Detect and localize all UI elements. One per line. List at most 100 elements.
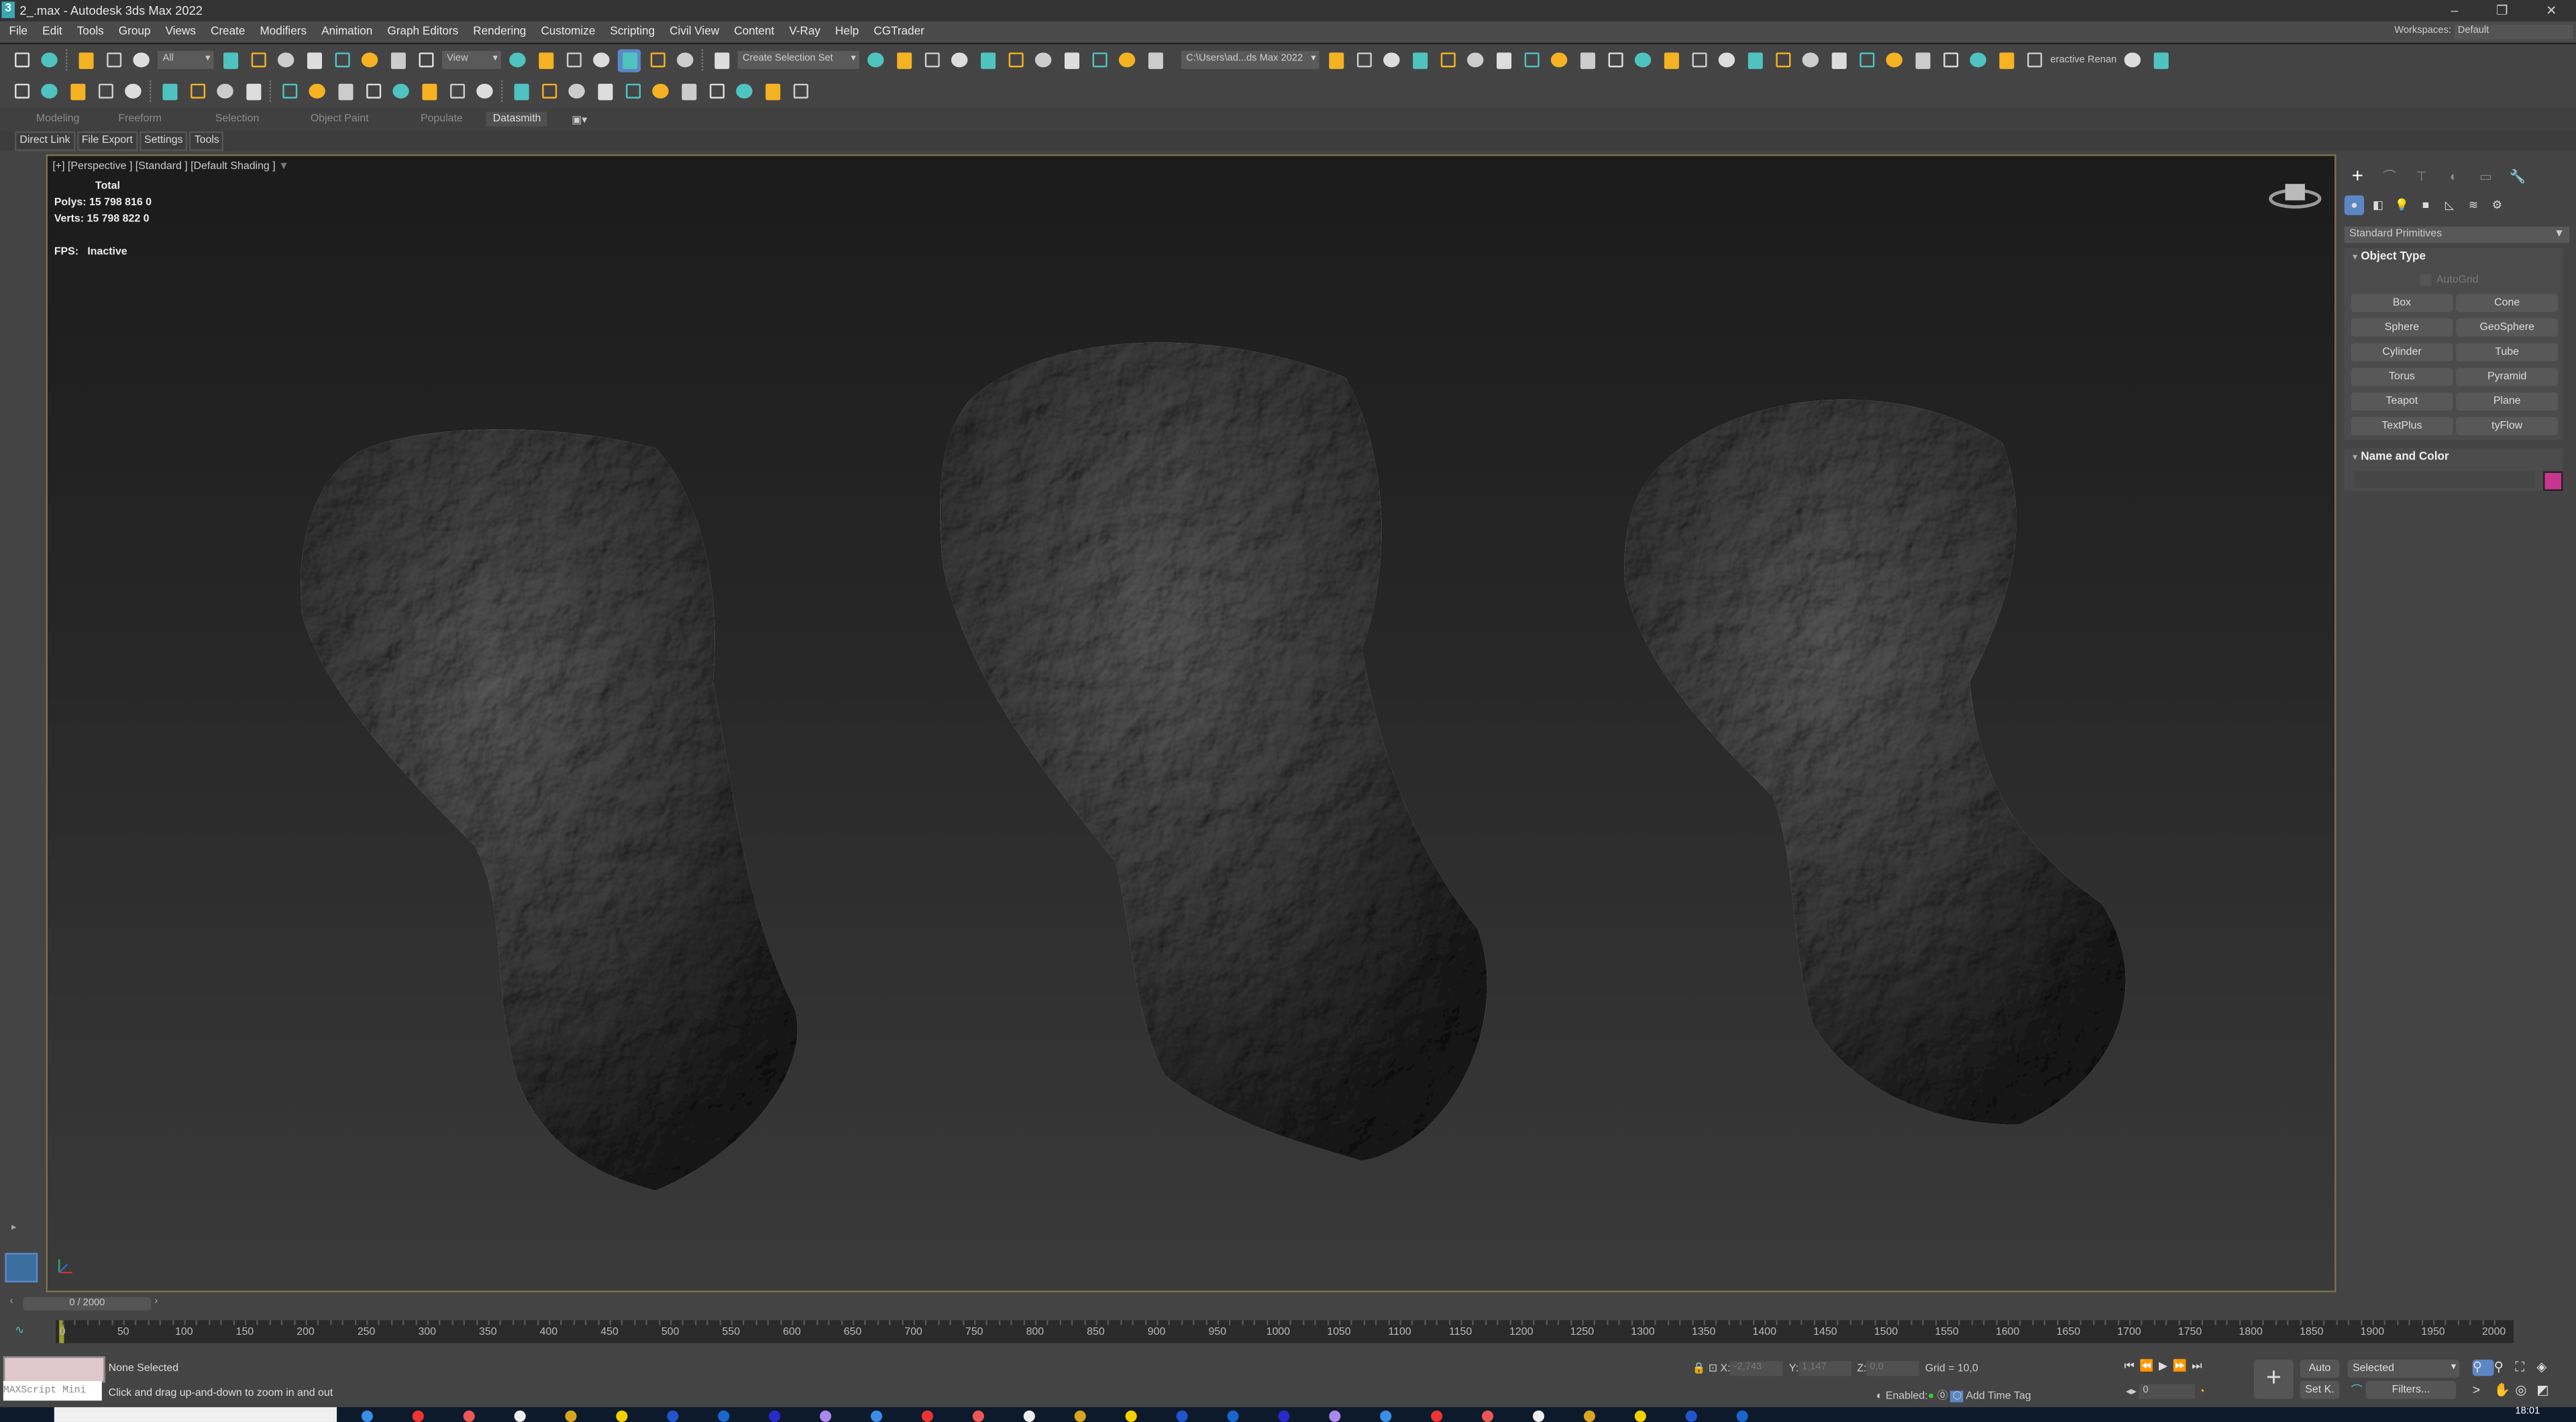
taskbar-app-icon[interactable] xyxy=(972,1410,984,1422)
interactive-render-label[interactable]: eractive Renan xyxy=(2050,55,2116,65)
sun-icon[interactable] xyxy=(445,80,468,103)
utilities-icon[interactable]: 🔧 xyxy=(2505,164,2531,187)
vray-tree-icon[interactable] xyxy=(1631,48,1654,71)
tree-disabled-icon[interactable] xyxy=(593,80,616,103)
menu-customize[interactable]: Customize xyxy=(533,21,602,43)
curve-editor-icon[interactable] xyxy=(976,48,999,71)
taskbar-app-icon[interactable] xyxy=(921,1410,934,1422)
material-editor-icon[interactable] xyxy=(1032,48,1055,71)
subtab-settings[interactable]: Settings xyxy=(139,131,188,152)
play-icon[interactable]: ▶ xyxy=(2159,1361,2173,1372)
vray-light-icon[interactable] xyxy=(1492,48,1515,71)
object-type-title[interactable]: Object Type xyxy=(2361,252,2426,263)
restore-button[interactable]: ❐ xyxy=(2489,1,2515,19)
rendered-frame-icon[interactable] xyxy=(1087,48,1110,71)
vray-lister-icon[interactable] xyxy=(1715,48,1738,71)
render-window-icon[interactable] xyxy=(1771,48,1794,71)
select-object-icon[interactable] xyxy=(219,48,241,71)
taskbar-app-icon[interactable] xyxy=(1227,1410,1239,1422)
create-geosphere-button[interactable]: GeoSphere xyxy=(2456,318,2559,337)
viewcube-icon[interactable] xyxy=(2269,179,2322,212)
ribbon-tab-datasmith[interactable]: Datasmith xyxy=(486,111,548,127)
vray-teapot-icon[interactable] xyxy=(1855,48,1878,71)
vray-ies-icon[interactable] xyxy=(1743,48,1766,71)
track-bar[interactable]: 0 50 100 150 200 250 300 350 400 450 500 550 600 650 7… xyxy=(56,1320,2514,1344)
cameras-icon[interactable]: ■ xyxy=(2416,195,2435,215)
close-button[interactable]: ✕ xyxy=(2538,1,2565,19)
taskbar-app-icon[interactable] xyxy=(870,1410,883,1422)
taskbar-app-icon[interactable] xyxy=(1634,1410,1646,1422)
render-production-icon[interactable] xyxy=(1116,48,1138,71)
taskbar-app-icon[interactable] xyxy=(1380,1410,1392,1422)
omni-icon[interactable] xyxy=(333,80,356,103)
taskbar-app-icon[interactable] xyxy=(820,1410,832,1422)
taskbar-app-icon[interactable] xyxy=(1481,1410,1494,1422)
link-icon[interactable] xyxy=(74,48,97,71)
select-manipulate-icon[interactable] xyxy=(534,48,557,71)
collapse-icon[interactable]: ▼ xyxy=(2351,453,2359,463)
create-icon[interactable]: + xyxy=(2345,164,2371,187)
taskbar-app-icon[interactable] xyxy=(769,1410,781,1422)
taskbar-app-icon[interactable] xyxy=(1583,1410,1595,1422)
menu-scripting[interactable]: Scripting xyxy=(602,21,662,43)
percent-snap-icon[interactable] xyxy=(645,48,668,71)
teapot-icon[interactable] xyxy=(158,80,180,103)
set-key-mode-button[interactable]: Set K. xyxy=(2300,1380,2340,1399)
select-by-name-icon[interactable] xyxy=(246,48,269,71)
ribbon-tab-object-paint[interactable]: Object Paint xyxy=(311,113,369,125)
ribbon-tab-populate[interactable]: Populate xyxy=(421,113,463,125)
key-filter-dropdown[interactable]: Selected xyxy=(2347,1359,2460,1378)
ribbon-options-icon[interactable]: ▣▾ xyxy=(572,113,587,126)
menu-graph-editors[interactable]: Graph Editors xyxy=(380,21,466,43)
next-key-icon[interactable]: ⏩ xyxy=(2173,1361,2192,1372)
helpers-icon[interactable]: ◺ xyxy=(2440,195,2459,215)
move-icon[interactable] xyxy=(330,48,353,71)
add-time-tag-button[interactable]: Add Time Tag xyxy=(1966,1390,2031,1402)
time-config-icon[interactable]: ◔ xyxy=(2198,1386,2205,1398)
forest-icon[interactable] xyxy=(1966,48,1989,71)
curve-editor-toggle-icon[interactable]: ∿ xyxy=(15,1323,24,1337)
next-frame-icon[interactable]: › xyxy=(154,1297,158,1307)
menu-help[interactable]: Help xyxy=(828,21,866,43)
menu-rendering[interactable]: Rendering xyxy=(466,21,533,43)
geometry-icon[interactable]: ● xyxy=(2344,195,2365,215)
listener-pink-pane[interactable] xyxy=(3,1356,105,1383)
edit-named-sets-icon[interactable] xyxy=(710,48,733,71)
minimize-button[interactable]: – xyxy=(2441,1,2467,19)
hierarchy-icon[interactable]: ⊤ xyxy=(2408,164,2434,187)
scale-icon[interactable] xyxy=(386,48,409,71)
vray-camera-icon[interactable] xyxy=(1436,48,1458,71)
spinner-snap-icon[interactable] xyxy=(674,48,696,71)
keyboard-shortcut-icon[interactable] xyxy=(562,48,585,71)
zoom-icon[interactable]: ⚲ xyxy=(2472,1359,2494,1376)
taskbar-app-icon[interactable] xyxy=(1074,1410,1086,1422)
create-pyramid-button[interactable]: Pyramid xyxy=(2456,368,2559,386)
zoom-all-icon[interactable]: ⚲ xyxy=(2494,1360,2516,1376)
box-create-icon[interactable] xyxy=(213,80,236,103)
vray-clipper-icon[interactable] xyxy=(1883,48,1906,71)
menu-create[interactable]: Create xyxy=(203,21,253,43)
project-folder-dropdown[interactable]: C:\Users\ad...ds Max 2022 xyxy=(1181,50,1320,69)
ribbon-tab-freeform[interactable]: Freeform xyxy=(118,113,162,125)
prev-frame-icon[interactable]: ‹ xyxy=(10,1297,13,1307)
vray-sun-icon[interactable] xyxy=(1519,48,1542,71)
checkmark-icon[interactable] xyxy=(2122,48,2145,71)
rect-region-icon[interactable] xyxy=(274,48,297,71)
autogrid-checkbox[interactable]: AutoGrid xyxy=(2420,274,2479,286)
redo-icon[interactable] xyxy=(38,48,60,71)
vray-proxy-icon[interactable] xyxy=(1576,48,1599,71)
taskbar-app-icon[interactable] xyxy=(616,1410,628,1422)
shapes-icon[interactable]: ◧ xyxy=(2368,195,2387,215)
sphere-shaded-icon[interactable] xyxy=(537,80,560,103)
hide-icon[interactable] xyxy=(121,80,144,103)
rotate-icon[interactable] xyxy=(358,48,381,71)
absolute-mode-icon[interactable]: ⊡ xyxy=(1709,1363,1717,1374)
rock-right[interactable] xyxy=(1624,399,2126,1125)
maxscript-mini-listener[interactable]: MAXScript Mini xyxy=(3,1380,102,1401)
menu-content[interactable]: Content xyxy=(727,21,782,43)
time-slider[interactable]: ‹ 0 / 2000 › xyxy=(10,1297,164,1312)
snaps-2-5-icon[interactable] xyxy=(590,48,612,71)
subtab-file-export[interactable]: File Export xyxy=(76,131,138,152)
gray-sphere-icon[interactable] xyxy=(677,80,700,103)
orbit-icon[interactable] xyxy=(38,80,60,103)
